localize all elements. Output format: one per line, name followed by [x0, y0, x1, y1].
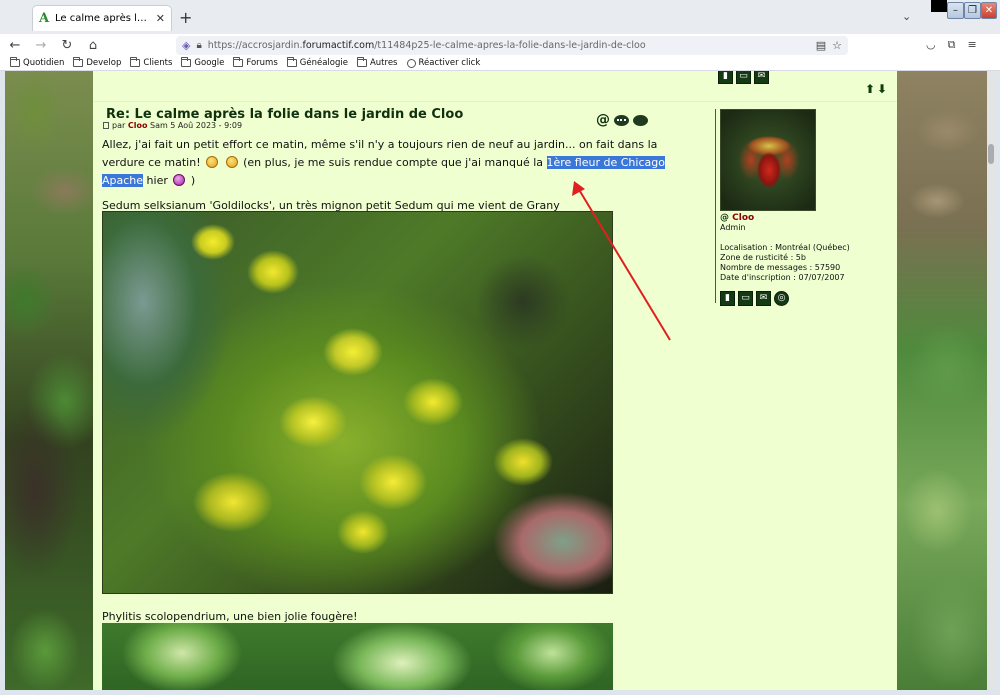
bookmark-folder[interactable]: Généalogie — [286, 57, 348, 68]
reply-bubble-icon[interactable] — [633, 114, 648, 126]
profile-divider — [715, 109, 716, 303]
mention-icon[interactable]: @ — [596, 112, 610, 128]
minimize-button[interactable]: – — [947, 2, 964, 19]
site-favicon-icon: A — [39, 11, 50, 26]
reader-view-icon[interactable]: ▤ — [816, 39, 826, 52]
email-icon[interactable]: ✉ — [756, 291, 771, 306]
profile-messages: Nombre de messages : 57590 — [720, 263, 841, 272]
profile-icon[interactable]: ▮ — [718, 71, 733, 84]
scrollbar-thumb[interactable] — [988, 144, 994, 164]
previous-post-profile-icons: ▮ ▭ ✉ — [718, 71, 769, 84]
bookmark-folder[interactable]: Forums — [233, 57, 278, 68]
list-all-tabs-icon[interactable]: ⌄ — [902, 10, 911, 23]
post-separator — [93, 101, 897, 102]
browser-tab-active[interactable]: A Le calme après la folie dans le j ✕ — [32, 5, 172, 31]
email-icon[interactable]: ✉ — [754, 71, 769, 84]
menu-hamburger-icon[interactable]: ≡ — [967, 38, 976, 52]
padlock-icon[interactable]: 🔒︎ — [196, 40, 201, 51]
garden-background-left — [5, 71, 93, 690]
post-page-icon[interactable] — [103, 122, 109, 129]
website-globe-icon[interactable]: ◎ — [774, 291, 789, 306]
post-title[interactable]: Re: Le calme après la folie dans le jard… — [106, 107, 463, 122]
globe-icon — [406, 58, 416, 68]
folder-icon — [10, 57, 20, 67]
bookmark-folder[interactable]: Clients — [130, 57, 172, 68]
bookmark-folder[interactable]: Google — [181, 57, 224, 68]
avatar[interactable] — [720, 109, 816, 211]
profile-info: Localisation : Montréal (Québec) Zone de… — [720, 243, 890, 283]
post-body: Allez, j'ai fait un petit effort ce mati… — [102, 138, 665, 187]
author-profile: @ Cloo Admin Localisation : Montréal (Qu… — [720, 109, 890, 306]
post-actions: @ — [596, 112, 648, 128]
profile-zone: Zone de rusticité : 5b — [720, 253, 806, 262]
tab-title: Le calme après la folie dans le j — [55, 13, 151, 24]
post-author[interactable]: Cloo — [128, 121, 148, 130]
folder-icon — [73, 57, 84, 67]
page-viewport: ▮ ▭ ✉ ⬆⬇ Re: Le calme après la folie dan… — [5, 71, 995, 690]
tab-bar: A Le calme après la folie dans le j ✕ + … — [0, 0, 1000, 34]
maximize-button[interactable]: ❐ — [964, 2, 981, 19]
back-arrow-icon[interactable]: ← — [4, 38, 26, 53]
bookmark-folder[interactable]: Autres — [356, 57, 398, 68]
profile-location: Localisation : Montréal (Québec) — [720, 243, 850, 252]
profile-icon[interactable]: ▮ — [720, 291, 735, 306]
navigation-bar: ← → ↻ ⌂ ◈ 🔒︎ https://accrosjardin.foruma… — [0, 34, 1000, 56]
tracking-shield-icon[interactable]: ◈ — [182, 39, 190, 52]
titlebar-block — [931, 0, 947, 12]
folder-icon — [130, 57, 141, 67]
folder-icon — [233, 57, 244, 67]
photo-caption-fern: Phylitis scolopendrium, une bien jolie f… — [102, 610, 358, 623]
bookmarks-toolbar: Quotidien Develop Clients Google Forums … — [0, 56, 1000, 71]
page-scrollbar[interactable] — [987, 71, 995, 690]
profile-contact-icons: ▮ ▭ ✉ ◎ — [720, 291, 890, 306]
bookmark-link[interactable]: Réactiver click — [406, 58, 480, 68]
url-text[interactable]: https://accrosjardin.forumactif.com/t114… — [208, 40, 810, 51]
pocket-icon[interactable]: ◡ — [926, 38, 936, 52]
profile-joined: Date d'inscription : 07/07/2007 — [720, 273, 845, 282]
reload-icon[interactable]: ↻ — [56, 38, 78, 53]
forward-arrow-icon[interactable]: → — [30, 38, 52, 53]
smiley-icon — [206, 156, 219, 168]
scroll-up-down-icon[interactable]: ⬆⬇ — [865, 82, 889, 96]
purple-smiley-icon — [173, 174, 186, 186]
bookmark-folder[interactable]: Quotidien — [10, 57, 64, 68]
window-controls: – ❐ ✕ — [931, 0, 997, 20]
bookmark-star-icon[interactable]: ☆ — [832, 39, 842, 52]
quote-bubble-icon[interactable] — [614, 114, 629, 126]
fern-photo[interactable] — [102, 623, 613, 690]
address-bar[interactable]: ◈ 🔒︎ https://accrosjardin.forumactif.com… — [176, 36, 848, 55]
post-meta: par Cloo Sam 5 Aoû 2023 - 9:09 — [103, 121, 242, 130]
profile-role: Admin — [720, 223, 746, 232]
toolbar-right: ◡ ⧉ ≡ — [926, 38, 977, 52]
extensions-icon[interactable]: ⧉ — [948, 38, 956, 52]
whistle-smiley-icon — [225, 156, 238, 168]
garden-background-right — [897, 71, 995, 690]
forum-post-area: ▮ ▭ ✉ ⬆⬇ Re: Le calme après la folie dan… — [93, 71, 897, 690]
bookmark-folder[interactable]: Develop — [73, 57, 121, 68]
close-window-button[interactable]: ✕ — [981, 2, 997, 19]
folder-icon — [356, 57, 367, 67]
folder-icon — [181, 57, 192, 67]
new-tab-button[interactable]: + — [179, 8, 192, 27]
profile-name[interactable]: @ Cloo — [720, 213, 890, 223]
tab-close-icon[interactable]: ✕ — [156, 12, 165, 25]
home-icon[interactable]: ⌂ — [82, 38, 104, 53]
post-date: Sam 5 Aoû 2023 - 9:09 — [149, 121, 243, 130]
folder-icon — [286, 57, 297, 67]
sedum-photo[interactable] — [102, 211, 613, 594]
pm-icon[interactable]: ▭ — [736, 71, 751, 84]
pm-icon[interactable]: ▭ — [738, 291, 753, 306]
